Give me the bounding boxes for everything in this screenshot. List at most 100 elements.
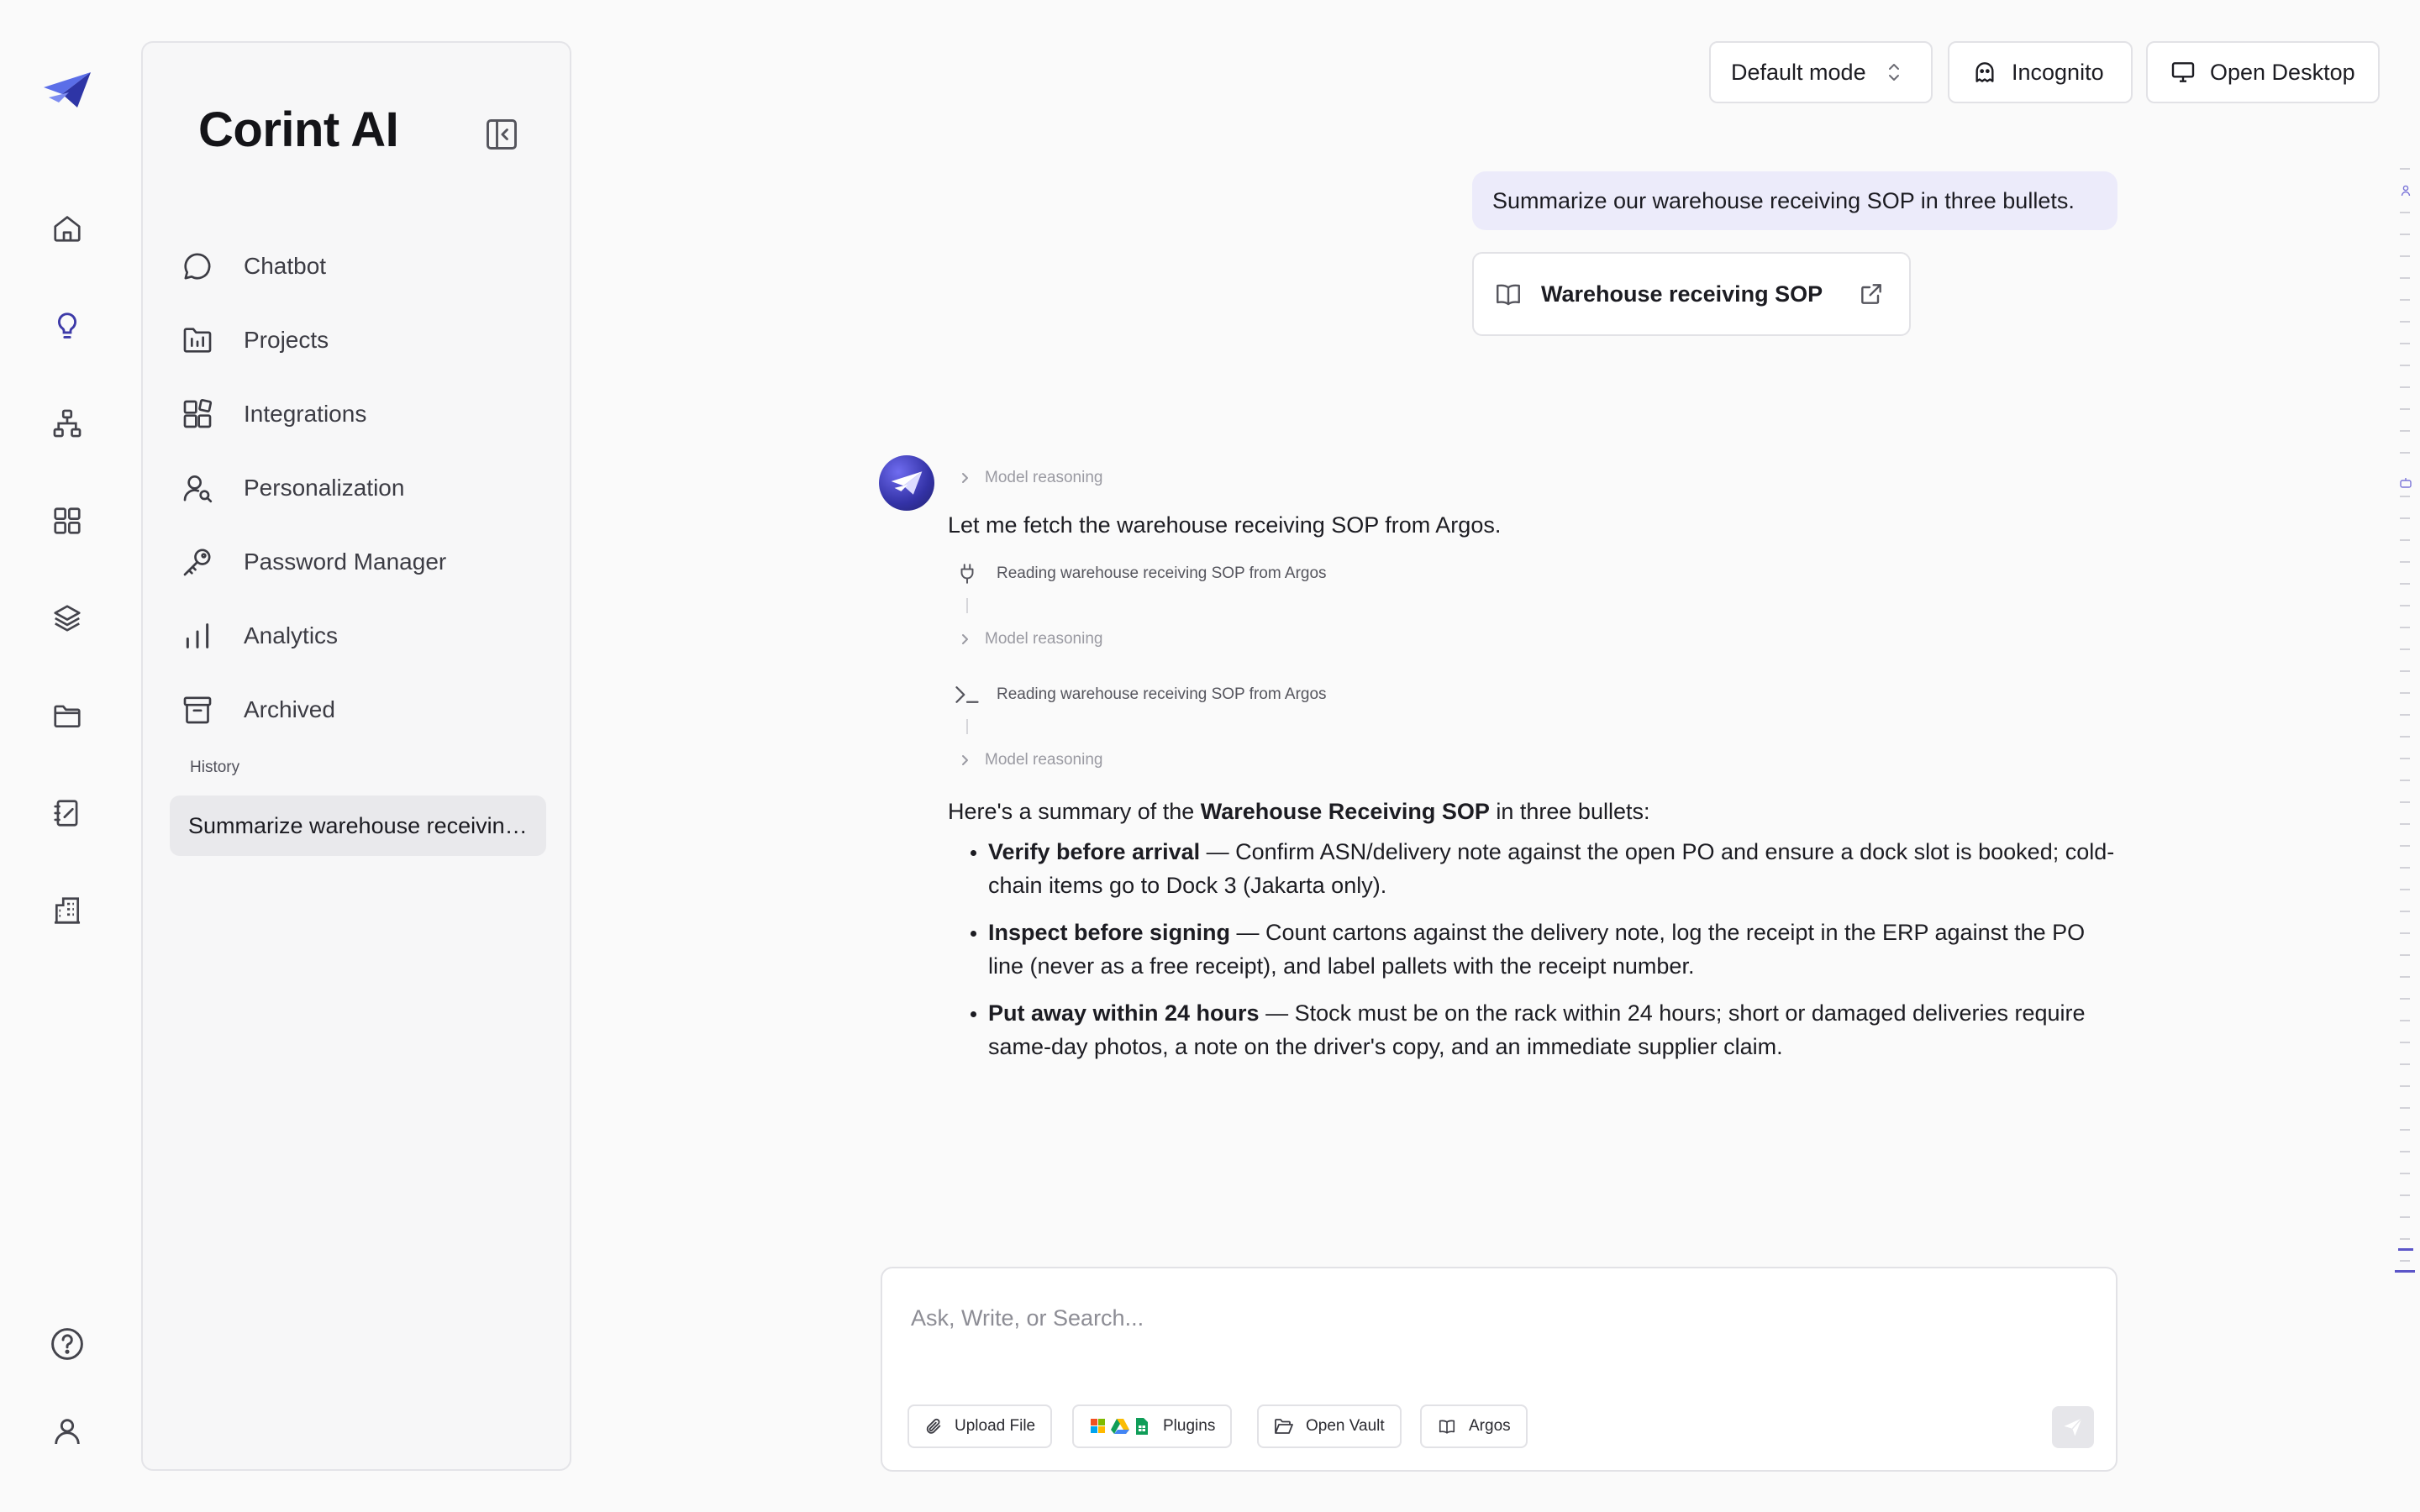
source-card[interactable]: Warehouse receiving SOP [1472, 252, 1911, 336]
home-icon[interactable] [42, 203, 92, 254]
minimap-tick [2400, 1129, 2410, 1131]
open-desktop-button[interactable]: Open Desktop [2146, 41, 2380, 103]
minimap-tick [2400, 1238, 2410, 1240]
chevron-right-icon [958, 753, 971, 767]
chat-input[interactable] [911, 1297, 2003, 1339]
sidebar-item-personalization[interactable]: Personalization [176, 451, 446, 525]
sidebar-item-chatbot[interactable]: Chatbot [176, 229, 446, 303]
sidebar-item-label: Archived [244, 696, 335, 722]
minimap-tick [2400, 889, 2410, 890]
key-icon [176, 541, 218, 583]
source-card-title: Warehouse receiving SOP [1541, 281, 1823, 307]
incognito-button[interactable]: Incognito [1948, 41, 2133, 103]
user-message-bubble: Summarize our warehouse receiving SOP in… [1472, 171, 2118, 230]
paperclip-icon [924, 1417, 943, 1436]
minimap-tick [2400, 1085, 2410, 1087]
minimap-tick [2400, 321, 2410, 323]
minimap-tick [2400, 1260, 2410, 1262]
mode-select[interactable]: Default mode [1709, 41, 1933, 103]
corint-logo-icon[interactable] [40, 69, 94, 111]
notebook-icon[interactable] [42, 788, 92, 838]
corint-avatar-logo-icon [891, 471, 923, 495]
minimap-tick [2400, 343, 2410, 344]
tool-step-connector [966, 598, 968, 613]
minimap-tick [2400, 1020, 2410, 1021]
history-heading: History [190, 759, 240, 776]
building-icon[interactable] [42, 885, 92, 936]
model-reasoning-toggle[interactable]: Model reasoning [958, 469, 1102, 487]
folder-icon[interactable] [42, 690, 92, 741]
sidebar-item-integrations[interactable]: Integrations [176, 377, 446, 451]
minimap-tick [2400, 583, 2410, 585]
upload-file-button[interactable]: Upload File [908, 1404, 1053, 1448]
minimap-tick [2400, 998, 2410, 1000]
minimap-tick [2400, 736, 2410, 738]
minimap-tick [2400, 976, 2410, 978]
answer-bullet: Verify before arrival — Confirm ASN/deli… [988, 835, 2124, 902]
minimap-tick [2400, 801, 2410, 803]
model-reasoning-label: Model reasoning [985, 751, 1103, 769]
collapse-sidebar-button[interactable] [477, 110, 526, 159]
minimap-tick [2400, 212, 2410, 213]
send-icon [2061, 1415, 2085, 1439]
chevron-right-icon [958, 633, 971, 646]
bullet-title: Put away within 24 hours [988, 1000, 1260, 1026]
tool-step-label: Reading warehouse receiving SOP from Arg… [997, 564, 1327, 582]
sidebar-item-label: Chatbot [244, 253, 327, 279]
minimap-tick [2400, 1107, 2410, 1109]
send-button[interactable] [2052, 1406, 2094, 1448]
minimap-tick [2400, 517, 2410, 519]
sidebar-item-label: Password Manager [244, 549, 447, 575]
answer-bullet: Put away within 24 hours — Stock must be… [988, 996, 2124, 1063]
sidebar-panel: Corint AI Chatbot Projects Integrations [141, 41, 571, 1471]
composer: Upload File Plugins Open Vault Argos [881, 1267, 2118, 1472]
sidebar-item-projects[interactable]: Projects [176, 303, 446, 377]
sidebar-nav: Chatbot Projects Integrations Personaliz… [176, 229, 446, 747]
model-reasoning-toggle[interactable]: Model reasoning [958, 751, 1102, 769]
user-icon[interactable] [42, 1406, 92, 1457]
plugins-button[interactable]: Plugins [1072, 1404, 1233, 1448]
minimap-tick [2400, 277, 2410, 279]
help-icon[interactable] [42, 1319, 92, 1369]
minimap-tick [2400, 255, 2410, 257]
minimap-tick [2400, 168, 2410, 170]
integrations-icon [176, 393, 218, 435]
sidebar-item-analytics[interactable]: Analytics [176, 599, 446, 673]
minimap-tick [2400, 365, 2410, 366]
sidebar-item-label: Personalization [244, 475, 405, 501]
open-desktop-label: Open Desktop [2210, 59, 2355, 85]
minimap-tick [2400, 867, 2410, 869]
lightbulb-icon[interactable] [42, 301, 92, 351]
sidebar-item-password-manager[interactable]: Password Manager [176, 525, 446, 599]
argos-button[interactable]: Argos [1420, 1404, 1528, 1448]
model-reasoning-toggle[interactable]: Model reasoning [958, 630, 1102, 648]
conversation-minimap[interactable] [2395, 160, 2420, 1302]
hierarchy-icon[interactable] [42, 398, 92, 449]
external-link-icon[interactable] [1858, 281, 1885, 307]
minimap-tick [2400, 539, 2410, 541]
sidebar-item-archived[interactable]: Archived [176, 673, 446, 747]
tool-step-connector [966, 719, 968, 734]
minimap-tick [2400, 452, 2410, 454]
minimap-tick [2400, 1173, 2410, 1174]
minimap-tick [2400, 648, 2410, 650]
monitor-icon [2170, 59, 2196, 86]
brand-title: Corint AI [198, 102, 399, 157]
minimap-tick [2400, 561, 2410, 563]
minimap-active-tick [2398, 1248, 2413, 1251]
open-vault-button[interactable]: Open Vault [1257, 1404, 1402, 1448]
archive-icon [176, 689, 218, 731]
minimap-tick [2400, 954, 2410, 956]
sidebar-item-label: Integrations [244, 401, 367, 427]
answer-lead-text: in three bullets: [1489, 799, 1650, 824]
grid-icon[interactable] [42, 496, 92, 546]
ghost-icon [1971, 59, 1998, 86]
minimap-tick [2400, 911, 2410, 912]
book-icon [1437, 1417, 1457, 1436]
plugins-label: Plugins [1163, 1417, 1216, 1435]
minimap-tick [2400, 1063, 2410, 1065]
history-item[interactable]: Summarize warehouse receiving SOP [170, 795, 546, 856]
assistant-answer: Here's a summary of the Warehouse Receiv… [948, 795, 2124, 1077]
layers-icon[interactable] [42, 593, 92, 643]
minimap-tick [2400, 758, 2410, 759]
